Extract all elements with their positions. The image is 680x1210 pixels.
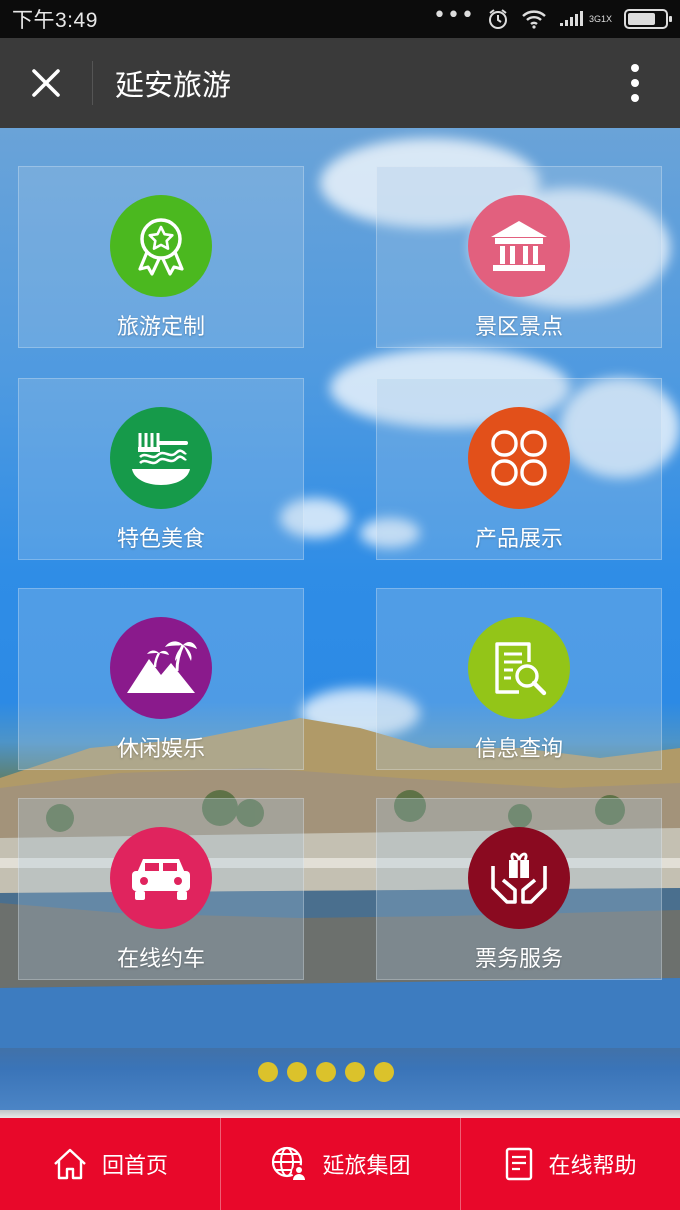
menu-tile-label: 特色美食 <box>116 527 205 552</box>
title-divider <box>92 61 93 105</box>
alarm-icon <box>487 8 509 30</box>
car-icon <box>110 827 212 929</box>
network-type: 3G 1X <box>589 14 612 24</box>
close-icon <box>32 69 60 97</box>
nav-home-label: 回首页 <box>101 1154 168 1179</box>
nav-help[interactable]: 在线帮助 <box>460 1118 680 1210</box>
award-ribbon-icon <box>110 195 212 297</box>
signal-icon <box>559 10 585 28</box>
status-time: 下午3:49 <box>12 9 98 32</box>
nav-home[interactable]: 回首页 <box>0 1118 220 1210</box>
pavilion-icon <box>468 195 570 297</box>
document-search-icon <box>468 617 570 719</box>
battery-fill <box>628 13 655 25</box>
nav-help-label: 在线帮助 <box>548 1154 637 1179</box>
menu-tile[interactable]: 休闲娱乐 <box>18 588 304 770</box>
page-dot[interactable] <box>345 1062 365 1082</box>
bottom-nav: 回首页 延旅集团 在线帮助 <box>0 1118 680 1210</box>
page-title: 延安旅游 <box>115 68 232 102</box>
wifi-icon <box>521 9 547 29</box>
menu-tile[interactable]: 票务服务 <box>376 798 662 980</box>
home-icon <box>54 1148 86 1180</box>
menu-tile[interactable]: 在线约车 <box>18 798 304 980</box>
main-content: 旅游定制 景区景点特色美食 产品展示休闲娱乐 信息查询在线约车 票务服务 <box>0 128 680 1118</box>
hands-gift-icon <box>468 827 570 929</box>
page-indicator <box>258 1062 394 1082</box>
page-dot[interactable] <box>374 1062 394 1082</box>
menu-tile[interactable]: 旅游定制 <box>18 166 304 348</box>
globe-user-icon <box>272 1146 307 1180</box>
bottom-divider <box>0 1110 680 1118</box>
more-button[interactable] <box>590 38 680 128</box>
close-button[interactable] <box>0 38 92 128</box>
network-type-top: 3G <box>588 14 601 24</box>
status-icons: ••• 3G 1X <box>433 3 672 30</box>
noodles-fork-icon <box>110 407 212 509</box>
page-dot[interactable] <box>258 1062 278 1082</box>
menu-tile[interactable]: 信息查询 <box>376 588 662 770</box>
status-bar: 下午3:49 ••• 3G 1X <box>0 0 680 38</box>
more-dots-icon: ••• <box>433 2 475 28</box>
nav-group-label: 延旅集团 <box>322 1154 411 1179</box>
page-dot[interactable] <box>287 1062 307 1082</box>
menu-tile-label: 票务服务 <box>474 947 563 972</box>
palm-mountain-icon <box>110 617 212 719</box>
menu-tile-label: 旅游定制 <box>116 315 205 340</box>
page-dot[interactable] <box>316 1062 336 1082</box>
menu-tile[interactable]: 特色美食 <box>18 378 304 560</box>
menu-tile-label: 在线约车 <box>116 947 205 972</box>
title-bar: 延安旅游 <box>0 38 680 128</box>
nav-group[interactable]: 延旅集团 <box>220 1118 460 1210</box>
menu-tile-label: 产品展示 <box>474 527 563 552</box>
four-petal-icon <box>468 407 570 509</box>
network-type-bottom: 1X <box>600 14 612 24</box>
menu-tile-label: 信息查询 <box>474 737 563 762</box>
more-vertical-icon <box>631 64 639 102</box>
menu-tile[interactable]: 景区景点 <box>376 166 662 348</box>
battery-icon <box>624 9 672 29</box>
menu-tile[interactable]: 产品展示 <box>376 378 662 560</box>
help-document-icon <box>506 1147 533 1181</box>
menu-tile-label: 景区景点 <box>474 315 563 340</box>
menu-tile-label: 休闲娱乐 <box>116 737 205 762</box>
